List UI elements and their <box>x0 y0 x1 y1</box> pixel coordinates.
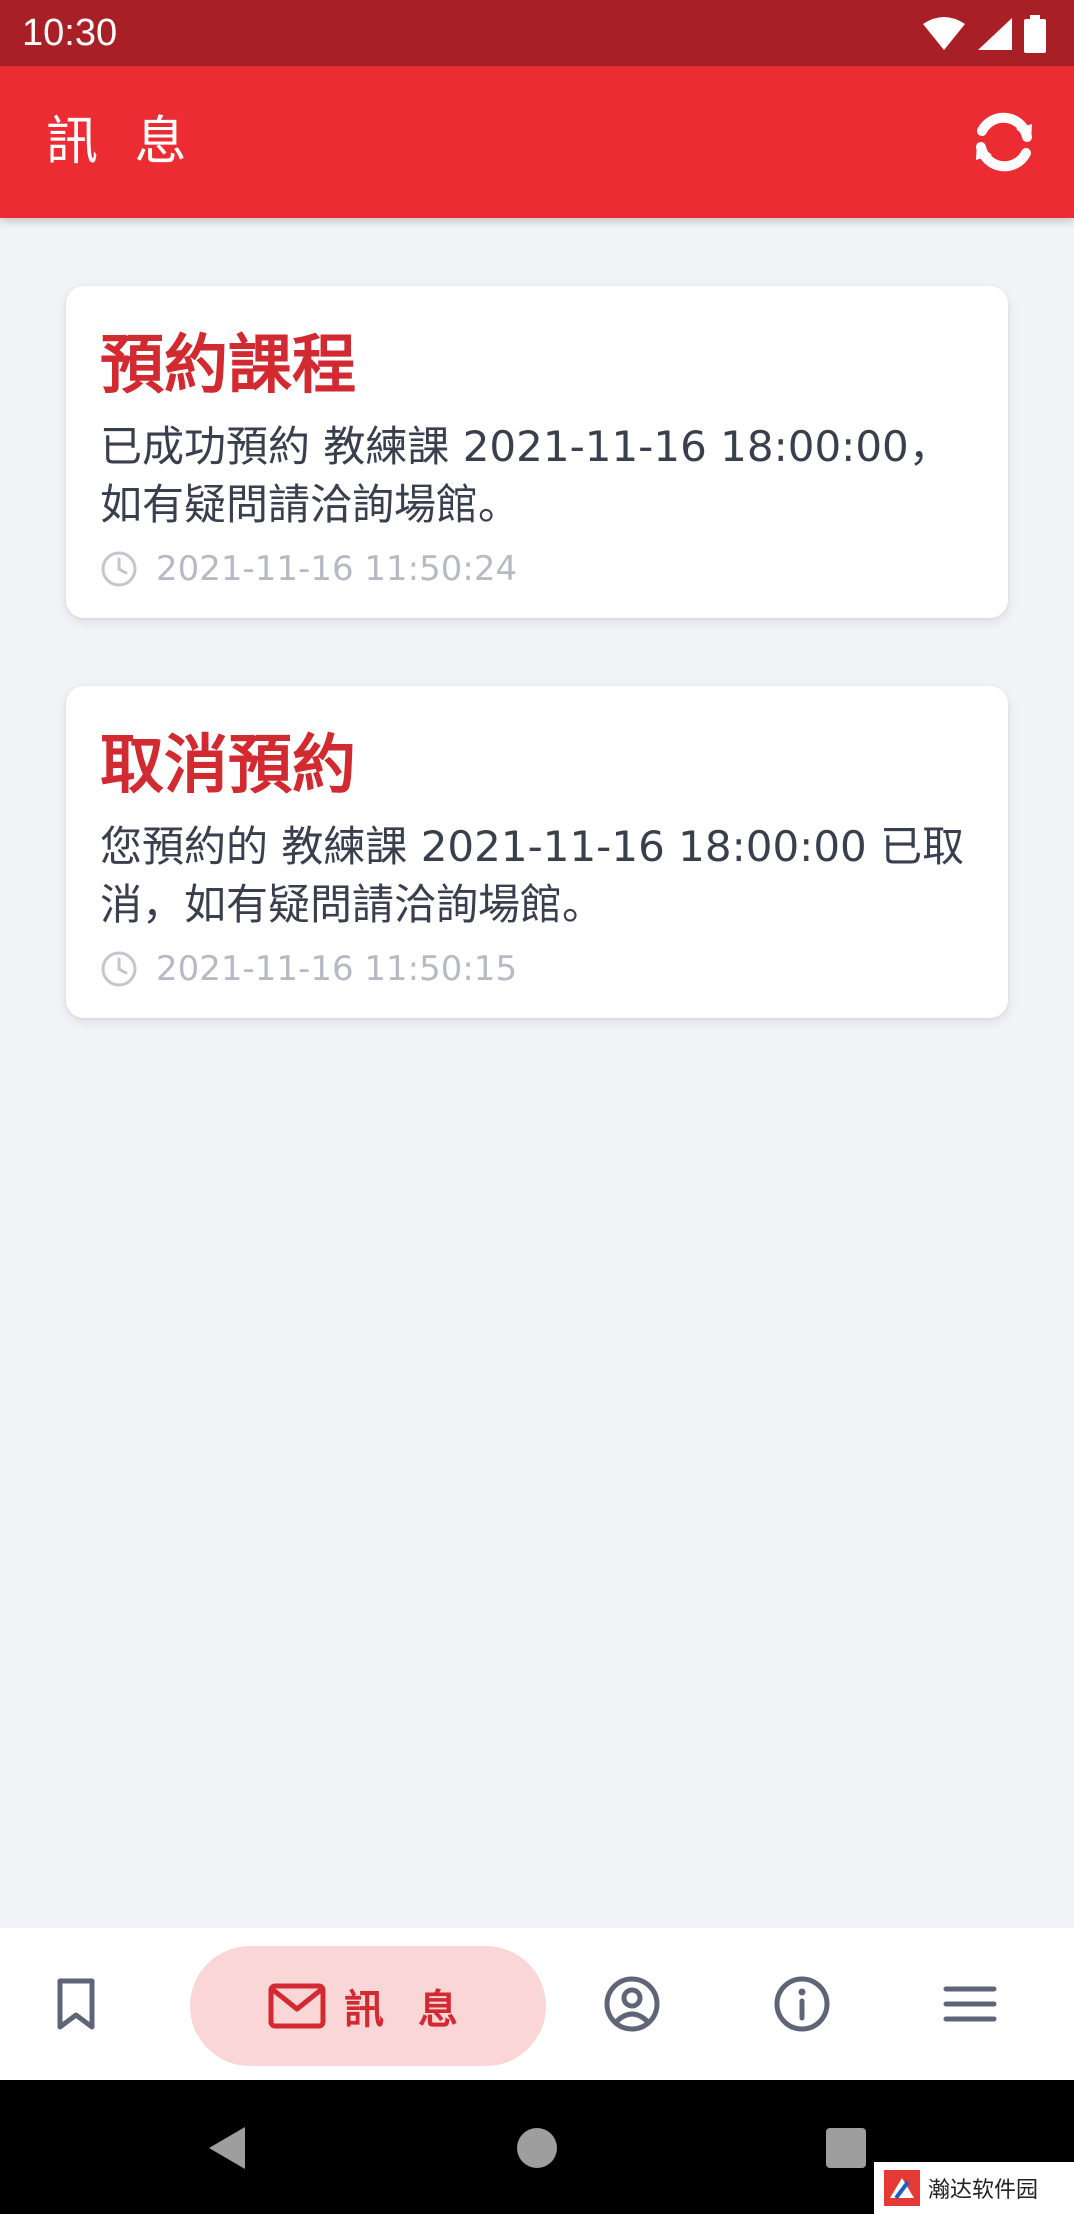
back-icon <box>209 2127 245 2169</box>
app-bar: 訊 息 <box>0 66 1074 218</box>
watermark: 瀚达软件园 <box>874 2162 1074 2214</box>
status-bar: 10:30 <box>0 0 1074 66</box>
message-timestamp: 2021-11-16 11:50:15 <box>100 948 517 990</box>
nav-item-bookmark[interactable] <box>36 1928 116 2080</box>
nav-item-info[interactable] <box>762 1928 842 2080</box>
bottom-navigation: 訊 息 <box>0 1928 1074 2080</box>
message-card[interactable]: 預約課程 已成功預約 教練課 2021-11-16 18:00:00，如有疑問請… <box>66 286 1008 618</box>
clock-icon <box>101 951 137 987</box>
home-button[interactable] <box>497 2108 577 2188</box>
page-title: 訊 息 <box>46 112 197 172</box>
message-card[interactable]: 取消預約 您預約的 教練課 2021-11-16 18:00:00 已取消，如有… <box>66 686 1008 1018</box>
clock-icon <box>101 551 137 587</box>
message-time-text: 2021-11-16 11:50:15 <box>156 949 518 989</box>
status-time: 10:30 <box>22 12 118 54</box>
nav-item-label: 訊 息 <box>344 1987 468 2033</box>
wifi-icon <box>923 17 965 50</box>
watermark-logo-icon <box>884 2170 920 2206</box>
menu-icon <box>943 1986 997 2022</box>
nav-item-menu[interactable] <box>930 1928 1010 2080</box>
message-body: 您預約的 教練課 2021-11-16 18:00:00 已取消，如有疑問請洽詢… <box>100 822 965 929</box>
bookmark-icon <box>57 1978 95 2030</box>
back-button[interactable] <box>186 2108 266 2188</box>
home-icon <box>517 2128 557 2168</box>
recents-icon <box>826 2128 866 2168</box>
message-body: 已成功預約 教練課 2021-11-16 18:00:00，如有疑問請洽詢場館。 <box>100 422 951 529</box>
message-timestamp: 2021-11-16 11:50:24 <box>100 548 517 590</box>
status-icons <box>922 14 1046 54</box>
refresh-icon <box>976 112 1032 172</box>
info-icon <box>774 1976 830 2032</box>
account-icon <box>604 1976 660 2032</box>
refresh-button[interactable] <box>966 104 1042 180</box>
battery-icon <box>1024 15 1046 53</box>
nav-item-messages[interactable]: 訊 息 <box>190 1946 546 2066</box>
mail-icon <box>268 1983 326 2029</box>
signal-icon <box>978 18 1012 50</box>
watermark-text: 瀚达软件园 <box>928 2178 1039 2203</box>
message-title: 預約課程 <box>100 329 356 403</box>
nav-item-account[interactable] <box>592 1928 672 2080</box>
message-time-text: 2021-11-16 11:50:24 <box>156 549 518 589</box>
message-title: 取消預約 <box>100 729 356 803</box>
